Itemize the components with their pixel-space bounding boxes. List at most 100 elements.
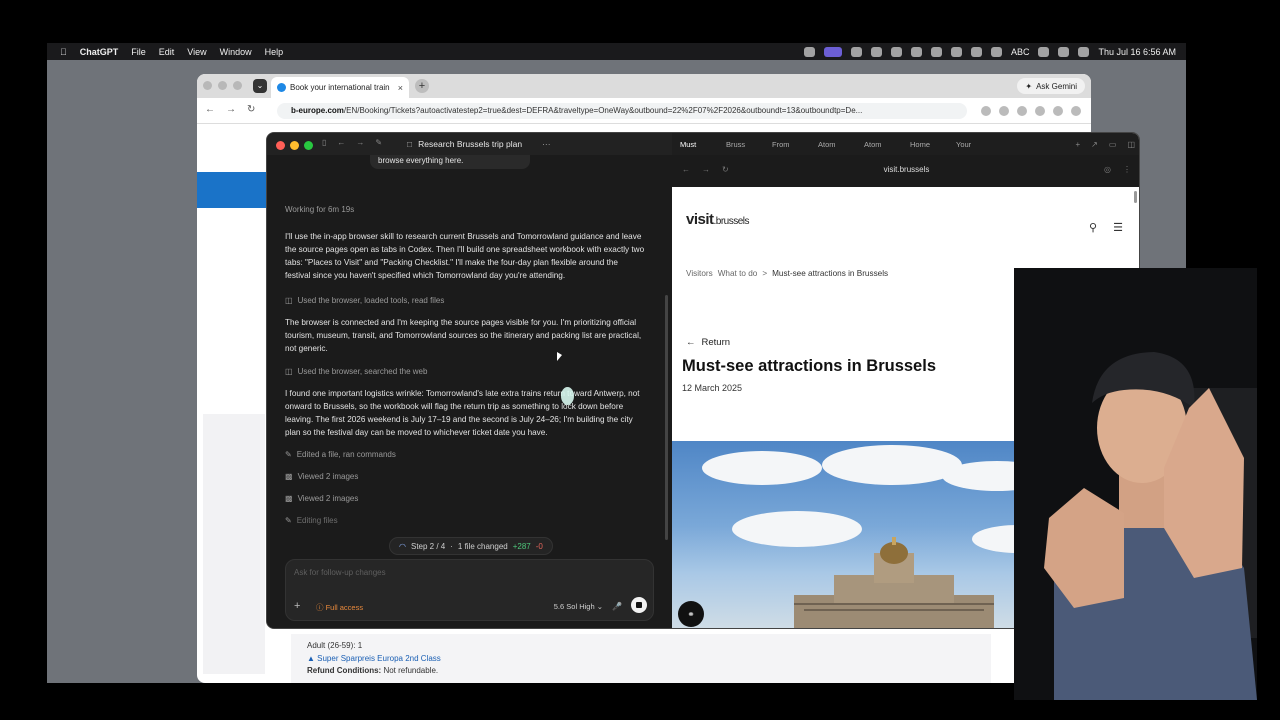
new-tab-icon[interactable]: + [1076, 140, 1081, 149]
close-icon[interactable] [203, 81, 212, 90]
visit-brussels-logo[interactable]: visit.brussels [686, 211, 750, 228]
fare-link[interactable]: ▲ Super Sparpreis Europa 2nd Class [307, 653, 975, 666]
search-icon[interactable] [1078, 46, 1090, 57]
breadcrumb-what-to-do[interactable]: What to do [718, 269, 758, 278]
activity-item[interactable]: ▩ Viewed 2 images [285, 472, 358, 481]
menu-edit[interactable]: Edit [159, 47, 175, 57]
add-icon[interactable]: + [294, 600, 300, 612]
ask-gemini-button[interactable]: ✦ Ask Gemini [1017, 78, 1085, 94]
hamburger-icon[interactable]: ☰ [1113, 221, 1123, 234]
status-icon[interactable] [803, 46, 815, 57]
status-icon[interactable] [890, 46, 902, 57]
minimize-icon[interactable] [218, 81, 227, 90]
progress-pill[interactable]: ◠ Step 2 / 4 · 1 file changed +287 -0 [389, 537, 553, 555]
input-source[interactable]: ABC [1011, 47, 1030, 57]
profile-icon[interactable] [1053, 106, 1063, 116]
sidebar-icon[interactable]: ▯ [322, 138, 326, 147]
chat-scrollbar[interactable] [665, 295, 668, 540]
codex-overlay-button[interactable]: ⚭ [678, 601, 704, 627]
back-icon[interactable]: ← [205, 104, 215, 115]
screen-record-icon[interactable] [823, 46, 842, 57]
menu-app-name[interactable]: ChatGPT [80, 47, 119, 57]
breadcrumb-separator: > [762, 269, 768, 278]
extension-icon[interactable] [981, 106, 991, 116]
menu-file[interactable]: File [131, 47, 146, 57]
split-icon[interactable]: ◫ [1127, 140, 1135, 149]
browser-tab[interactable]: Atom [856, 140, 902, 149]
battery-icon[interactable] [1058, 46, 1070, 57]
browser-address[interactable]: visit.brussels [672, 165, 1139, 174]
window-controls [276, 141, 313, 150]
new-chat-icon[interactable]: ✎ [375, 138, 382, 147]
stop-button[interactable] [631, 597, 647, 613]
cursor-highlight [561, 387, 574, 405]
menu-help[interactable]: Help [265, 47, 284, 57]
clock[interactable]: Thu Jul 16 6:56 AM [1098, 47, 1176, 57]
browser-tab[interactable]: Your [948, 140, 994, 149]
forward-icon[interactable]: → [226, 104, 236, 115]
menu-icon[interactable] [1071, 106, 1081, 116]
spinner-icon: ◠ [399, 541, 406, 551]
zoom-icon[interactable] [233, 81, 242, 90]
menu-view[interactable]: View [187, 47, 206, 57]
status-icon[interactable] [950, 46, 962, 57]
webcam-overlay [1014, 268, 1257, 700]
page-scrollbar[interactable] [1134, 191, 1137, 203]
browser-tab[interactable]: Home [902, 140, 948, 149]
activity-item[interactable]: ◫ Used the browser, loaded tools, read fi… [285, 296, 444, 305]
activity-item[interactable]: ◫ Used the browser, searched the web [285, 367, 427, 376]
forward-icon[interactable]: → [356, 138, 364, 147]
menu-window[interactable]: Window [220, 47, 252, 57]
close-tab-icon[interactable]: × [398, 83, 403, 93]
status-icon[interactable] [930, 46, 942, 57]
access-label: Full access [325, 603, 364, 612]
status-icon[interactable] [990, 46, 1002, 57]
mic-icon[interactable]: 🎤 [612, 602, 622, 611]
refund-line: Refund Conditions: Not refundable. [307, 665, 975, 678]
activity-label: Used the browser, loaded tools, read fil… [297, 296, 445, 305]
access-button[interactable]: ⓘ Full access [316, 602, 363, 613]
model-selector[interactable]: 5.6 Sol High ⌄ [554, 602, 603, 611]
browser-tab[interactable]: Must [672, 140, 718, 149]
apple-icon[interactable]:  [60, 47, 67, 57]
browser-actions: ◎ ⋮ [1104, 165, 1131, 174]
search-icon[interactable]: ⚲ [1089, 221, 1097, 234]
minimize-icon[interactable] [290, 141, 299, 150]
activity-item[interactable]: ▩ Viewed 2 images [285, 494, 358, 503]
tab-search-icon[interactable]: ⌄ [253, 79, 267, 93]
zoom-icon[interactable] [304, 141, 313, 150]
status-icon[interactable] [850, 46, 862, 57]
reload-icon[interactable]: ↻ [247, 104, 255, 115]
browser-tab[interactable]: Bruss [718, 140, 764, 149]
thread-title-text: Research Brussels trip plan [418, 139, 523, 149]
extension-icon[interactable] [999, 106, 1009, 116]
status-icon[interactable] [910, 46, 922, 57]
titlebar-controls: ▯ ← → ✎ [322, 138, 382, 147]
breadcrumb-visitors[interactable]: Visitors [686, 269, 713, 278]
more-icon[interactable]: ··· [542, 139, 551, 149]
activity-item[interactable]: ✎ Edited a file, ran commands [285, 450, 396, 459]
expand-icon[interactable]: ↗ [1091, 140, 1098, 149]
composer-input[interactable]: Ask for follow-up changes [294, 568, 386, 577]
panel-icon[interactable]: ▭ [1109, 140, 1117, 149]
wifi-icon[interactable] [1038, 46, 1050, 57]
return-link[interactable]: ← Return [686, 337, 730, 348]
address-bar[interactable]: b-europe.com/EN/Booking/Tickets?autoacti… [277, 103, 967, 119]
favicon-icon [277, 83, 286, 92]
kebab-icon[interactable]: ⋮ [1123, 165, 1131, 174]
new-tab-icon[interactable]: + [415, 79, 429, 93]
refund-label: Refund Conditions: [307, 666, 382, 675]
chrome-tab[interactable]: Book your international train × [271, 77, 409, 98]
passenger-line: Adult (26-59): 1 [307, 641, 363, 650]
close-icon[interactable] [276, 141, 285, 150]
extension-icon[interactable] [1017, 106, 1027, 116]
chrome-tab-bar: ⌄ Book your international train × + ✦ As… [197, 74, 1091, 98]
browser-tab[interactable]: Atom [810, 140, 856, 149]
copy-icon[interactable]: ◎ [1104, 165, 1111, 174]
back-icon[interactable]: ← [337, 138, 345, 147]
browser-tab[interactable]: From [764, 140, 810, 149]
extension-icon[interactable] [1035, 106, 1045, 116]
status-icon[interactable] [870, 46, 882, 57]
chrome-toolbar: ← → ↻ b-europe.com/EN/Booking/Tickets?au… [197, 98, 1091, 124]
status-icon[interactable] [970, 46, 982, 57]
